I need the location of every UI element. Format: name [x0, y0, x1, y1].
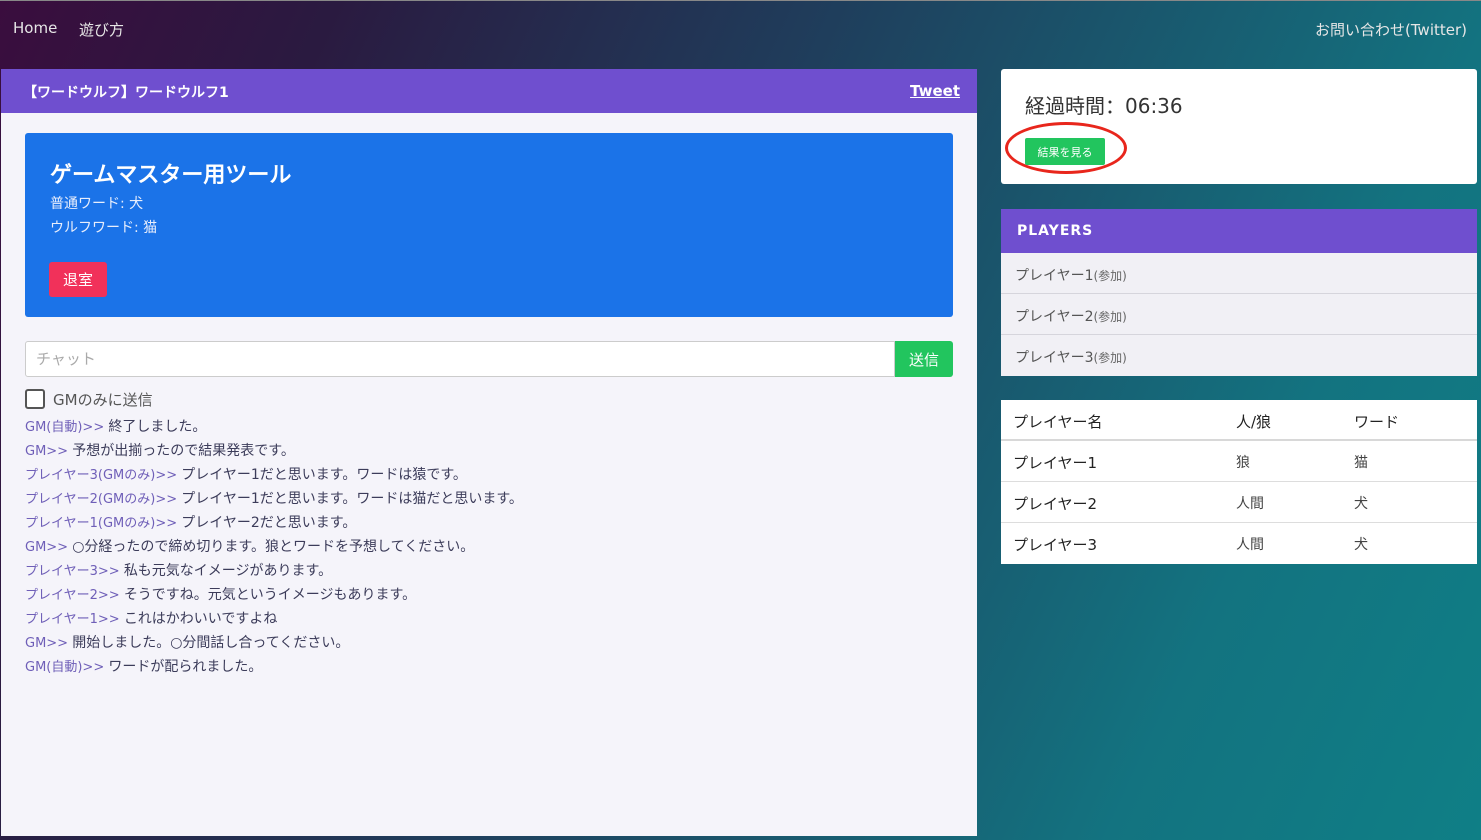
player-item: プレイヤー2(参加)	[1001, 294, 1477, 335]
leave-room-button[interactable]: 退室	[49, 262, 107, 297]
player-status: (参加)	[1093, 269, 1127, 283]
table-header-row: プレイヤー名 人/狼 ワード	[1001, 400, 1477, 441]
player-name: プレイヤー3	[1015, 350, 1094, 366]
message-sender: プレイヤー3(GMのみ)>>	[25, 468, 182, 483]
cell-word: 猫	[1354, 455, 1368, 471]
player-name: プレイヤー2	[1015, 309, 1094, 325]
message-sender: GM(自動)>>	[25, 420, 109, 435]
player-status: (参加)	[1093, 351, 1127, 365]
message-text: これはかわいいですよね	[123, 611, 278, 627]
chat-message: GM(自動)>> 終了しました。	[25, 416, 945, 440]
chat-form: 送信	[25, 341, 953, 377]
message-sender: GM(自動)>>	[25, 660, 109, 675]
message-text: 予想が出揃ったので結果発表です。	[72, 443, 295, 459]
nav-howto-link[interactable]: 遊び方	[79, 19, 124, 40]
message-text: プレイヤー1だと思います。ワードは猫だと思います。	[181, 491, 523, 507]
chat-message: GM(自動)>> ワードが配られました。	[25, 656, 945, 680]
chat-message: プレイヤー2(GMのみ)>> プレイヤー1だと思います。ワードは猫だと思います。	[25, 488, 945, 512]
elapsed-time: 経過時間：06:36	[1025, 94, 1183, 118]
room-title: 【ワードウルフ】ワードウルフ1	[23, 85, 229, 101]
message-text: そうですね。元気というイメージもあります。	[123, 587, 417, 603]
nav-home-link[interactable]: Home	[13, 19, 57, 37]
player-item: プレイヤー1(参加)	[1001, 253, 1477, 294]
room-header: 【ワードウルフ】ワードウルフ1 Tweet	[1, 69, 977, 113]
top-navbar: Home 遊び方 お問い合わせ(Twitter)	[0, 0, 1481, 56]
gm-tool-panel: ゲームマスター用ツール 普通ワード: 犬 ウルフワード: 猫 退室	[25, 133, 953, 317]
gm-only-option: GMのみに送信	[25, 389, 153, 409]
chat-message: プレイヤー1>> これはかわいいですよね	[25, 608, 945, 632]
players-header: PLAYERS	[1001, 209, 1477, 253]
message-sender: プレイヤー1>>	[25, 612, 124, 627]
results-table: プレイヤー名 人/狼 ワード プレイヤー1 狼 猫 プレイヤー2 人間 犬 プレ…	[1001, 400, 1477, 564]
message-sender: プレイヤー1(GMのみ)>>	[25, 516, 182, 531]
cell-word: 犬	[1354, 537, 1368, 553]
cell-player: プレイヤー1	[1013, 454, 1098, 472]
message-sender: GM>>	[25, 636, 73, 651]
chat-message: プレイヤー3(GMのみ)>> プレイヤー1だと思います。ワードは猿です。	[25, 464, 945, 488]
wolf-word: ウルフワード: 猫	[50, 220, 158, 236]
gm-only-checkbox[interactable]	[25, 389, 45, 409]
message-sender: プレイヤー2>>	[25, 588, 124, 603]
column-header-word: ワード	[1354, 413, 1400, 431]
player-name: プレイヤー1	[1015, 268, 1094, 284]
gm-tool-title: ゲームマスター用ツール	[50, 163, 292, 188]
chat-messages: GM(自動)>> 終了しました。 GM>> 予想が出揃ったので結果発表です。 プレイ…	[25, 416, 945, 680]
cell-player: プレイヤー2	[1013, 495, 1098, 513]
chat-message: プレイヤー3>> 私も元気なイメージがあります。	[25, 560, 945, 584]
player-status: (参加)	[1093, 310, 1127, 324]
tweet-link[interactable]: Tweet	[910, 82, 960, 100]
nav-contact-link[interactable]: お問い合わせ(Twitter)	[1315, 19, 1467, 40]
cell-role: 人間	[1236, 496, 1264, 512]
table-row: プレイヤー1 狼 猫	[1001, 441, 1477, 482]
send-button[interactable]: 送信	[895, 341, 953, 377]
table-row: プレイヤー2 人間 犬	[1001, 482, 1477, 523]
table-row: プレイヤー3 人間 犬	[1001, 523, 1477, 564]
message-text: ○分経ったので締め切ります。狼とワードを予想してください。	[72, 539, 475, 555]
cell-role: 人間	[1236, 537, 1264, 553]
players-panel: PLAYERS プレイヤー1(参加) プレイヤー2(参加) プレイヤー3(参加)	[1001, 209, 1477, 376]
message-text: 私も元気なイメージがあります。	[123, 563, 333, 579]
chat-message: プレイヤー2>> そうですね。元気というイメージもあります。	[25, 584, 945, 608]
chat-message: プレイヤー1(GMのみ)>> プレイヤー2だと思います。	[25, 512, 945, 536]
cell-player: プレイヤー3	[1013, 536, 1098, 554]
message-text: プレイヤー1だと思います。ワードは猿です。	[181, 467, 467, 483]
message-text: 開始しました。○分間話し合ってください。	[72, 635, 350, 651]
message-sender: プレイヤー3>>	[25, 564, 124, 579]
show-result-button[interactable]: 結果を見る	[1025, 138, 1105, 165]
player-item: プレイヤー3(参加)	[1001, 335, 1477, 376]
chat-message: GM>> 開始しました。○分間話し合ってください。	[25, 632, 945, 656]
gm-only-label: GMのみに送信	[53, 390, 153, 409]
cell-word: 犬	[1354, 496, 1368, 512]
message-text: プレイヤー2だと思います。	[181, 515, 357, 531]
players-title: PLAYERS	[1017, 223, 1094, 239]
chat-message: GM>> 予想が出揃ったので結果発表です。	[25, 440, 945, 464]
timer-card: 経過時間：06:36 結果を見る	[1001, 69, 1477, 184]
message-sender: プレイヤー2(GMのみ)>>	[25, 492, 182, 507]
column-header-role: 人/狼	[1236, 413, 1272, 431]
message-sender: GM>>	[25, 540, 73, 555]
room-panel: 【ワードウルフ】ワードウルフ1 Tweet ゲームマスター用ツール 普通ワード:…	[1, 69, 977, 836]
message-text: ワードが配られました。	[108, 659, 263, 675]
cell-role: 狼	[1236, 455, 1250, 471]
message-text: 終了しました。	[108, 419, 207, 435]
chat-input[interactable]	[25, 341, 895, 377]
column-header-player: プレイヤー名	[1013, 413, 1103, 431]
message-sender: GM>>	[25, 444, 73, 459]
normal-word: 普通ワード: 犬	[50, 196, 144, 212]
chat-message: GM>> ○分経ったので締め切ります。狼とワードを予想してください。	[25, 536, 945, 560]
